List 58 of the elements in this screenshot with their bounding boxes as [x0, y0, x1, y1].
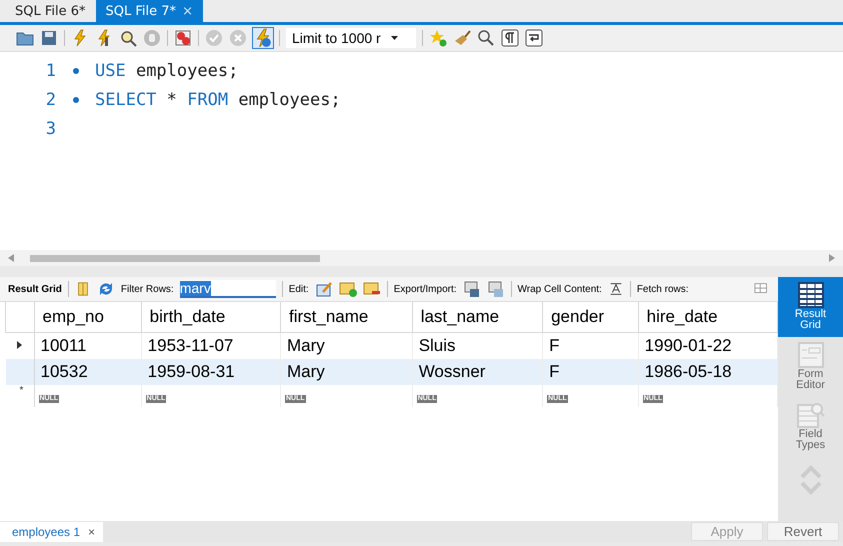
- table-cell: F: [542, 359, 638, 385]
- side-panel-item[interactable]: Form Editor: [778, 337, 843, 397]
- table-cell: Mary: [280, 359, 412, 385]
- scrollbar-thumb[interactable]: [30, 254, 320, 262]
- table-cell: Wossner: [412, 359, 543, 385]
- export-import-label: Export/Import:: [394, 284, 457, 294]
- filter-label: Filter Rows:: [120, 284, 174, 294]
- table-cell: 1986-05-18: [638, 359, 778, 385]
- export-icon[interactable]: [462, 280, 481, 298]
- line-number: 1: [44, 60, 56, 80]
- column-header[interactable]: hire_date: [638, 302, 778, 332]
- import-icon[interactable]: [486, 280, 505, 298]
- grid-icon: [796, 281, 824, 309]
- scroll-right-icon[interactable]: [829, 254, 835, 262]
- new-row-marker: *: [20, 385, 24, 396]
- code-line: SELECT * FROM employees;: [95, 90, 341, 110]
- side-panel-item[interactable]: Field Types: [778, 397, 843, 457]
- autocommit-icon[interactable]: [253, 28, 273, 48]
- column-header[interactable]: gender: [542, 302, 638, 332]
- statement-marker-icon: [72, 68, 78, 74]
- wrap-label: Wrap Cell Content:: [518, 284, 602, 294]
- pilcrow-icon[interactable]: [501, 29, 519, 47]
- star-add-icon[interactable]: [429, 29, 447, 47]
- limit-dropdown[interactable]: Limit to 1000 r: [286, 28, 416, 48]
- wrap-text-icon[interactable]: [608, 281, 624, 297]
- line-number: 3: [44, 118, 56, 138]
- column-header[interactable]: birth_date: [141, 302, 280, 332]
- close-icon[interactable]: ×: [88, 524, 96, 538]
- result-tab[interactable]: employees 1 ×: [0, 522, 104, 542]
- form-icon: [796, 341, 824, 369]
- filter-field[interactable]: marv: [180, 280, 276, 298]
- statement-marker-icon: [72, 96, 78, 102]
- magnifier-lightning-icon[interactable]: [119, 29, 137, 47]
- scroll-left-icon[interactable]: [8, 254, 14, 262]
- check-icon[interactable]: [205, 29, 223, 47]
- add-row-icon[interactable]: [338, 280, 357, 298]
- stop-error-icon[interactable]: [174, 29, 192, 47]
- search-icon[interactable]: [477, 29, 495, 47]
- caret-icon[interactable]: [390, 36, 398, 40]
- side-panel-item[interactable]: Result Grid: [778, 277, 843, 337]
- column-header[interactable]: first_name: [280, 302, 412, 332]
- table-search-icon: [796, 401, 826, 429]
- broom-icon[interactable]: [453, 29, 471, 47]
- editor-tab[interactable]: SQL File 6*: [5, 0, 96, 22]
- action-button[interactable]: Revert: [767, 522, 839, 541]
- result-grid-label: Result Grid: [8, 284, 62, 294]
- fetch-rows-label: Fetch rows:: [636, 284, 689, 294]
- table-cell: 1959-08-31: [141, 359, 280, 385]
- edit-label: Edit:: [288, 284, 309, 294]
- table-cell: 10532: [34, 359, 142, 385]
- column-header[interactable]: last_name: [412, 302, 543, 332]
- wrap-icon[interactable]: [525, 29, 543, 47]
- save-icon[interactable]: [40, 29, 58, 47]
- edit-row-icon[interactable]: [314, 280, 333, 298]
- code-line: USE employees;: [95, 60, 238, 80]
- editor-tab[interactable]: SQL File 7* ×: [96, 0, 203, 22]
- line-number: 2: [44, 90, 56, 110]
- column-header[interactable]: emp_no: [34, 302, 142, 332]
